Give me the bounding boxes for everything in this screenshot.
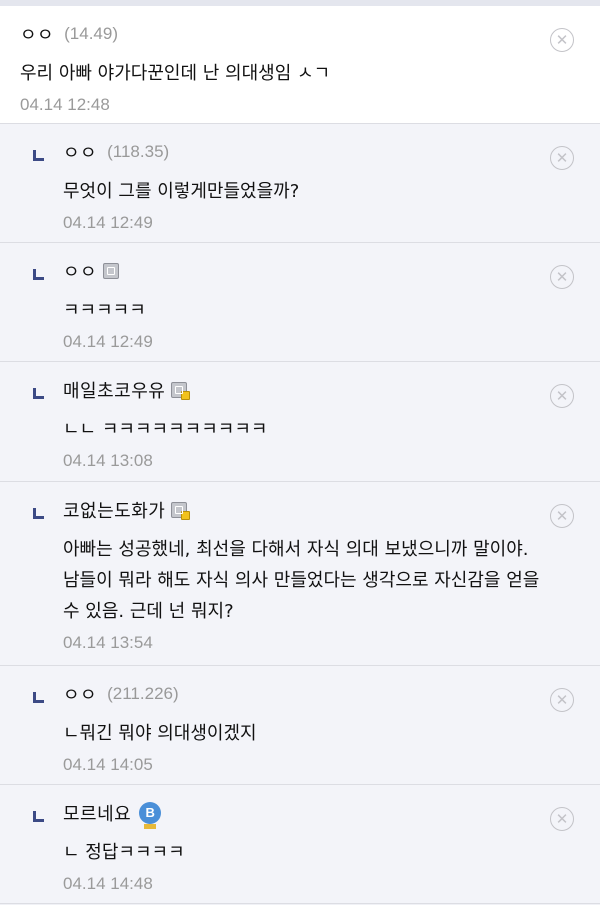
b-badge-icon: B [139,802,162,829]
delete-button[interactable]: ✕ [550,807,574,831]
comment-date: 04.14 13:54 [63,633,153,652]
comment-date: 04.14 12:49 [63,332,153,351]
comment-date: 04.14 12:48 [20,95,110,114]
reply-arrow-icon [33,508,44,519]
half-fixed-nick-icon [171,382,191,400]
nickname[interactable]: 코없는도화가 [63,497,165,523]
reply-arrow-icon [33,811,44,822]
delete-button[interactable]: ✕ [550,146,574,170]
comment-date: 04.14 14:48 [63,874,153,893]
fixed-nick-icon [103,263,120,279]
comment: ㅇㅇ (14.49) 우리 아빠 야가다꾼인데 난 의대생임 ㅅㄱ 04.14 … [0,6,600,124]
comment-date: 04.14 12:49 [63,213,153,232]
reply-arrow-icon [33,269,44,280]
ip-address: (118.35) [107,142,170,161]
reply: 코없는도화가 아빠는 성공했네, 최선을 다해서 자식 의대 보냈으니까 말이야… [0,482,600,666]
nickname[interactable]: ㅇㅇ [63,681,97,707]
delete-button[interactable]: ✕ [550,28,574,52]
half-fixed-nick-icon [171,502,191,520]
comment-text: ㄴ뭐긴 뭐야 의대생이겠지 [63,723,257,744]
comment-date: 04.14 13:08 [63,451,153,470]
comment-text: ㅋㅋㅋㅋㅋ [63,300,146,321]
reply-arrow-icon [33,388,44,399]
reply: ㅇㅇ ㅋㅋㅋㅋㅋ 04.14 12:49 ✕ [0,243,600,362]
comment-text: 무엇이 그를 이렇게만들었을까? [63,181,300,202]
comment-text: ㄴ 정답ㅋㅋㅋㅋ [63,842,185,863]
reply: 모르네요 B ㄴ 정답ㅋㅋㅋㅋ 04.14 14:48 ✕ [0,785,600,904]
delete-button[interactable]: ✕ [550,504,574,528]
nickname[interactable]: 매일초코우유 [63,377,165,403]
comment-text: 우리 아빠 야가다꾼인데 난 의대생임 ㅅㄱ [20,63,331,84]
nickname[interactable]: ㅇㅇ [63,258,97,284]
reply-arrow-icon [33,150,44,161]
comment-text: 아빠는 성공했네, 최선을 다해서 자식 의대 보냈으니까 말이야. 남들이 뭐… [63,539,540,622]
nickname[interactable]: ㅇㅇ [20,21,54,47]
reply: 매일초코우유 ㄴㄴ ㅋㅋㅋㅋㅋㅋㅋㅋㅋㅋ 04.14 13:08 ✕ [0,362,600,482]
ip-address: (211.226) [107,684,179,703]
delete-button[interactable]: ✕ [550,265,574,289]
nickname[interactable]: 모르네요 [63,800,131,826]
delete-button[interactable]: ✕ [550,688,574,712]
reply: ㅇㅇ (118.35) 무엇이 그를 이렇게만들었을까? 04.14 12:49… [0,124,600,243]
comment-text: ㄴㄴ ㅋㅋㅋㅋㅋㅋㅋㅋㅋㅋ [63,419,268,440]
comment-date: 04.14 14:05 [63,755,153,774]
reply-arrow-icon [33,692,44,703]
nickname[interactable]: ㅇㅇ [63,139,97,165]
delete-button[interactable]: ✕ [550,384,574,408]
reply: ㅇㅇ (211.226) ㄴ뭐긴 뭐야 의대생이겠지 04.14 14:05 ✕ [0,666,600,785]
ip-address: (14.49) [64,24,118,43]
